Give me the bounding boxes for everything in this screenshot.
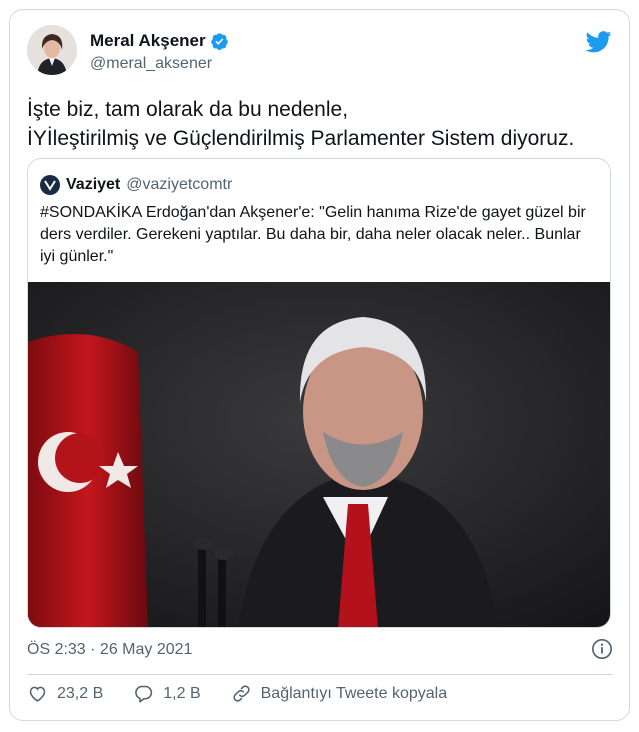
reply-button[interactable]: 1,2 B [133, 683, 201, 704]
quoted-tweet[interactable]: Vaziyet @vaziyetcomtr #SONDAKİKA Erdoğan… [27, 158, 611, 628]
twitter-bird-icon[interactable] [585, 31, 612, 53]
like-button[interactable]: 23,2 B [27, 683, 103, 704]
copy-link-button[interactable]: Bağlantıyı Tweete kopyala [231, 683, 448, 704]
tweet-text-line: İYİleştirilmiş ve Güçlendirilmiş Parlame… [27, 127, 575, 150]
divider [27, 674, 613, 675]
quoted-author-name[interactable]: Vaziyet [66, 176, 120, 194]
info-icon[interactable] [591, 638, 613, 660]
tweet-text: İşte biz, tam olarak da bu nedenle, İYİl… [27, 95, 617, 153]
reply-icon [135, 685, 153, 703]
tweet-timestamp[interactable]: ÖS 2:33 · 26 May 2021 [27, 641, 192, 659]
quoted-tweet-image[interactable] [28, 282, 611, 628]
author-name[interactable]: Meral Akşener [90, 31, 206, 51]
tweet-actions: 23,2 B 1,2 B Bağlantıyı Tweete kopyala [27, 683, 447, 704]
embedded-tweet-card: Meral Akşener @meral_aksener İşte biz, t… [9, 9, 630, 721]
copy-link-label: Bağlantıyı Tweete kopyala [260, 684, 448, 702]
author-handle[interactable]: @meral_aksener [90, 55, 212, 73]
link-icon [233, 685, 250, 702]
heart-icon [29, 686, 46, 702]
tweet-text-line: İşte biz, tam olarak da bu nedenle, [27, 98, 349, 121]
quoted-author-handle[interactable]: @vaziyetcomtr [126, 176, 232, 194]
reply-count: 1,2 B [163, 684, 201, 702]
avatar[interactable] [27, 25, 77, 75]
like-count: 23,2 B [57, 684, 104, 702]
quoted-tweet-text: #SONDAKİKA Erdoğan'dan Akşener'e: "Gelin… [40, 204, 586, 265]
vaziyet-logo-icon [40, 175, 60, 195]
verified-badge-icon [210, 32, 228, 50]
